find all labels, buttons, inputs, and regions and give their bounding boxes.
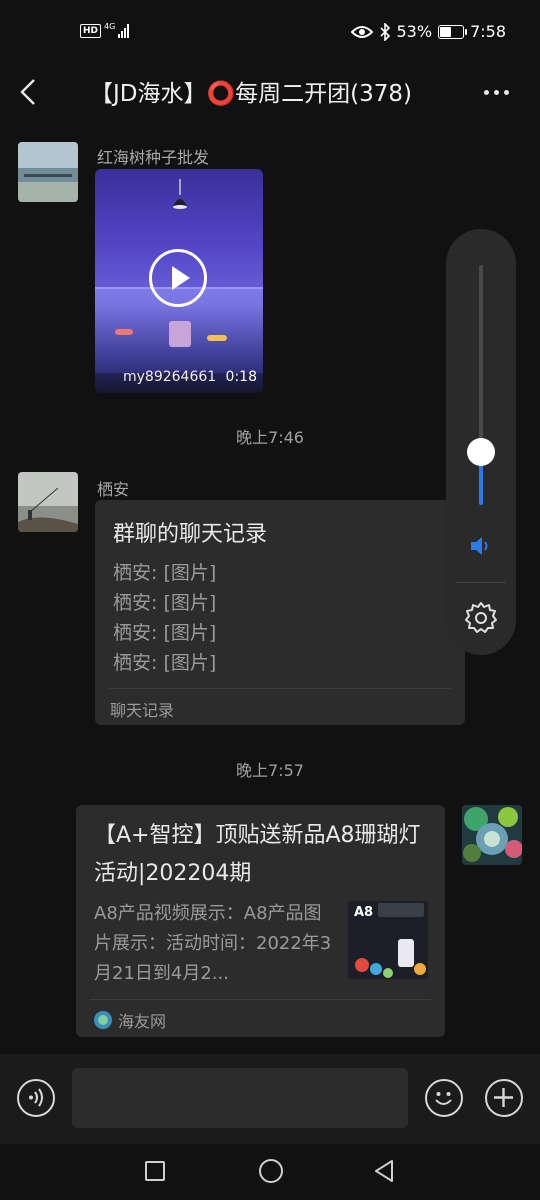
chat-record-card[interactable]: 群聊的聊天记录 栖安: [图片] 栖安: [图片] 栖安: [图片] 栖安: [… [95,500,465,725]
network-type: 4G [104,22,116,31]
link-description: A8产品视频展示：A8产品图片展示：活动时间：2022年3月21日到4月2... [94,903,332,984]
timestamp: 晚上7:57 [236,761,304,780]
message-input-bar [0,1054,540,1144]
chat-record-title: 群聊的聊天记录 [113,522,268,547]
eye-icon [350,25,373,38]
avatar[interactable] [18,142,78,202]
status-right: 53% 7:58 [350,22,506,41]
volume-panel [446,229,516,655]
source-logo-icon [94,1011,112,1029]
hd-badge: HD [80,24,102,38]
network-indicator: HD 4G [80,22,130,38]
chat-record-footer: 聊天记录 [110,701,175,720]
thumbnail-label: A8 [354,905,374,920]
message-text-field[interactable] [72,1068,408,1128]
settings-gear-icon[interactable] [464,601,498,635]
bluetooth-icon [379,22,390,41]
avatar-fishing-image [18,472,78,532]
system-nav-bar [0,1144,540,1200]
chat-record-line: 栖安: [图片] [113,622,217,644]
avatar-seascape-image [18,142,78,202]
more-functions-button[interactable] [485,1079,523,1117]
sender-name: 栖安 [97,480,130,499]
plus-icon [494,1088,513,1107]
chat-record-line: 栖安: [图片] [113,562,217,584]
chat-record-line: 栖安: [图片] [113,592,217,614]
status-bar: HD 4G 53% 7:58 [0,0,540,70]
video-watermark: my89264661 [123,369,217,385]
back-arrow-icon[interactable] [14,76,46,108]
chat-title: 【JD海水】⭕每周二开团(378) [90,81,412,107]
speaker-icon[interactable] [468,533,494,559]
battery-icon [438,24,468,39]
play-icon[interactable] [149,249,207,307]
source-name: 海友网 [118,1012,167,1031]
emoji-button[interactable] [425,1079,463,1117]
volume-slider-knob[interactable] [467,438,495,466]
divider [456,582,506,583]
lamp-illustration [173,179,187,209]
clock: 7:58 [470,22,506,41]
chat-header: 【JD海水】⭕每周二开团(378) [0,64,540,120]
smiley-icon [435,1092,452,1105]
back-triangle-icon[interactable] [373,1159,395,1183]
video-duration: 0:18 [225,369,257,385]
voice-input-button[interactable] [17,1079,55,1117]
sender-name: 红海树种子批发 [97,148,210,167]
link-source: 海友网 [94,1008,166,1032]
recents-square-icon[interactable] [145,1161,165,1181]
avatar-coral-image [462,805,522,865]
more-options-icon[interactable] [484,78,514,106]
signal-icon [118,24,130,38]
avatar[interactable] [18,472,78,532]
divider [109,688,451,689]
battery-percent: 53% [396,22,433,41]
link-title: 【A+智控】顶贴送新品A8珊瑚灯活动|202204期 [94,823,421,886]
home-circle-icon[interactable] [259,1159,283,1183]
video-message[interactable]: my89264661 0:18 [95,169,263,393]
link-card[interactable]: 【A+智控】顶贴送新品A8珊瑚灯活动|202204期 A8产品视频展示：A8产品… [76,805,445,1037]
chat-record-line: 栖安: [图片] [113,652,217,674]
my-avatar[interactable] [462,805,522,865]
link-thumbnail: A8 [348,901,428,979]
voice-icon [29,1088,43,1107]
divider [90,999,431,1000]
